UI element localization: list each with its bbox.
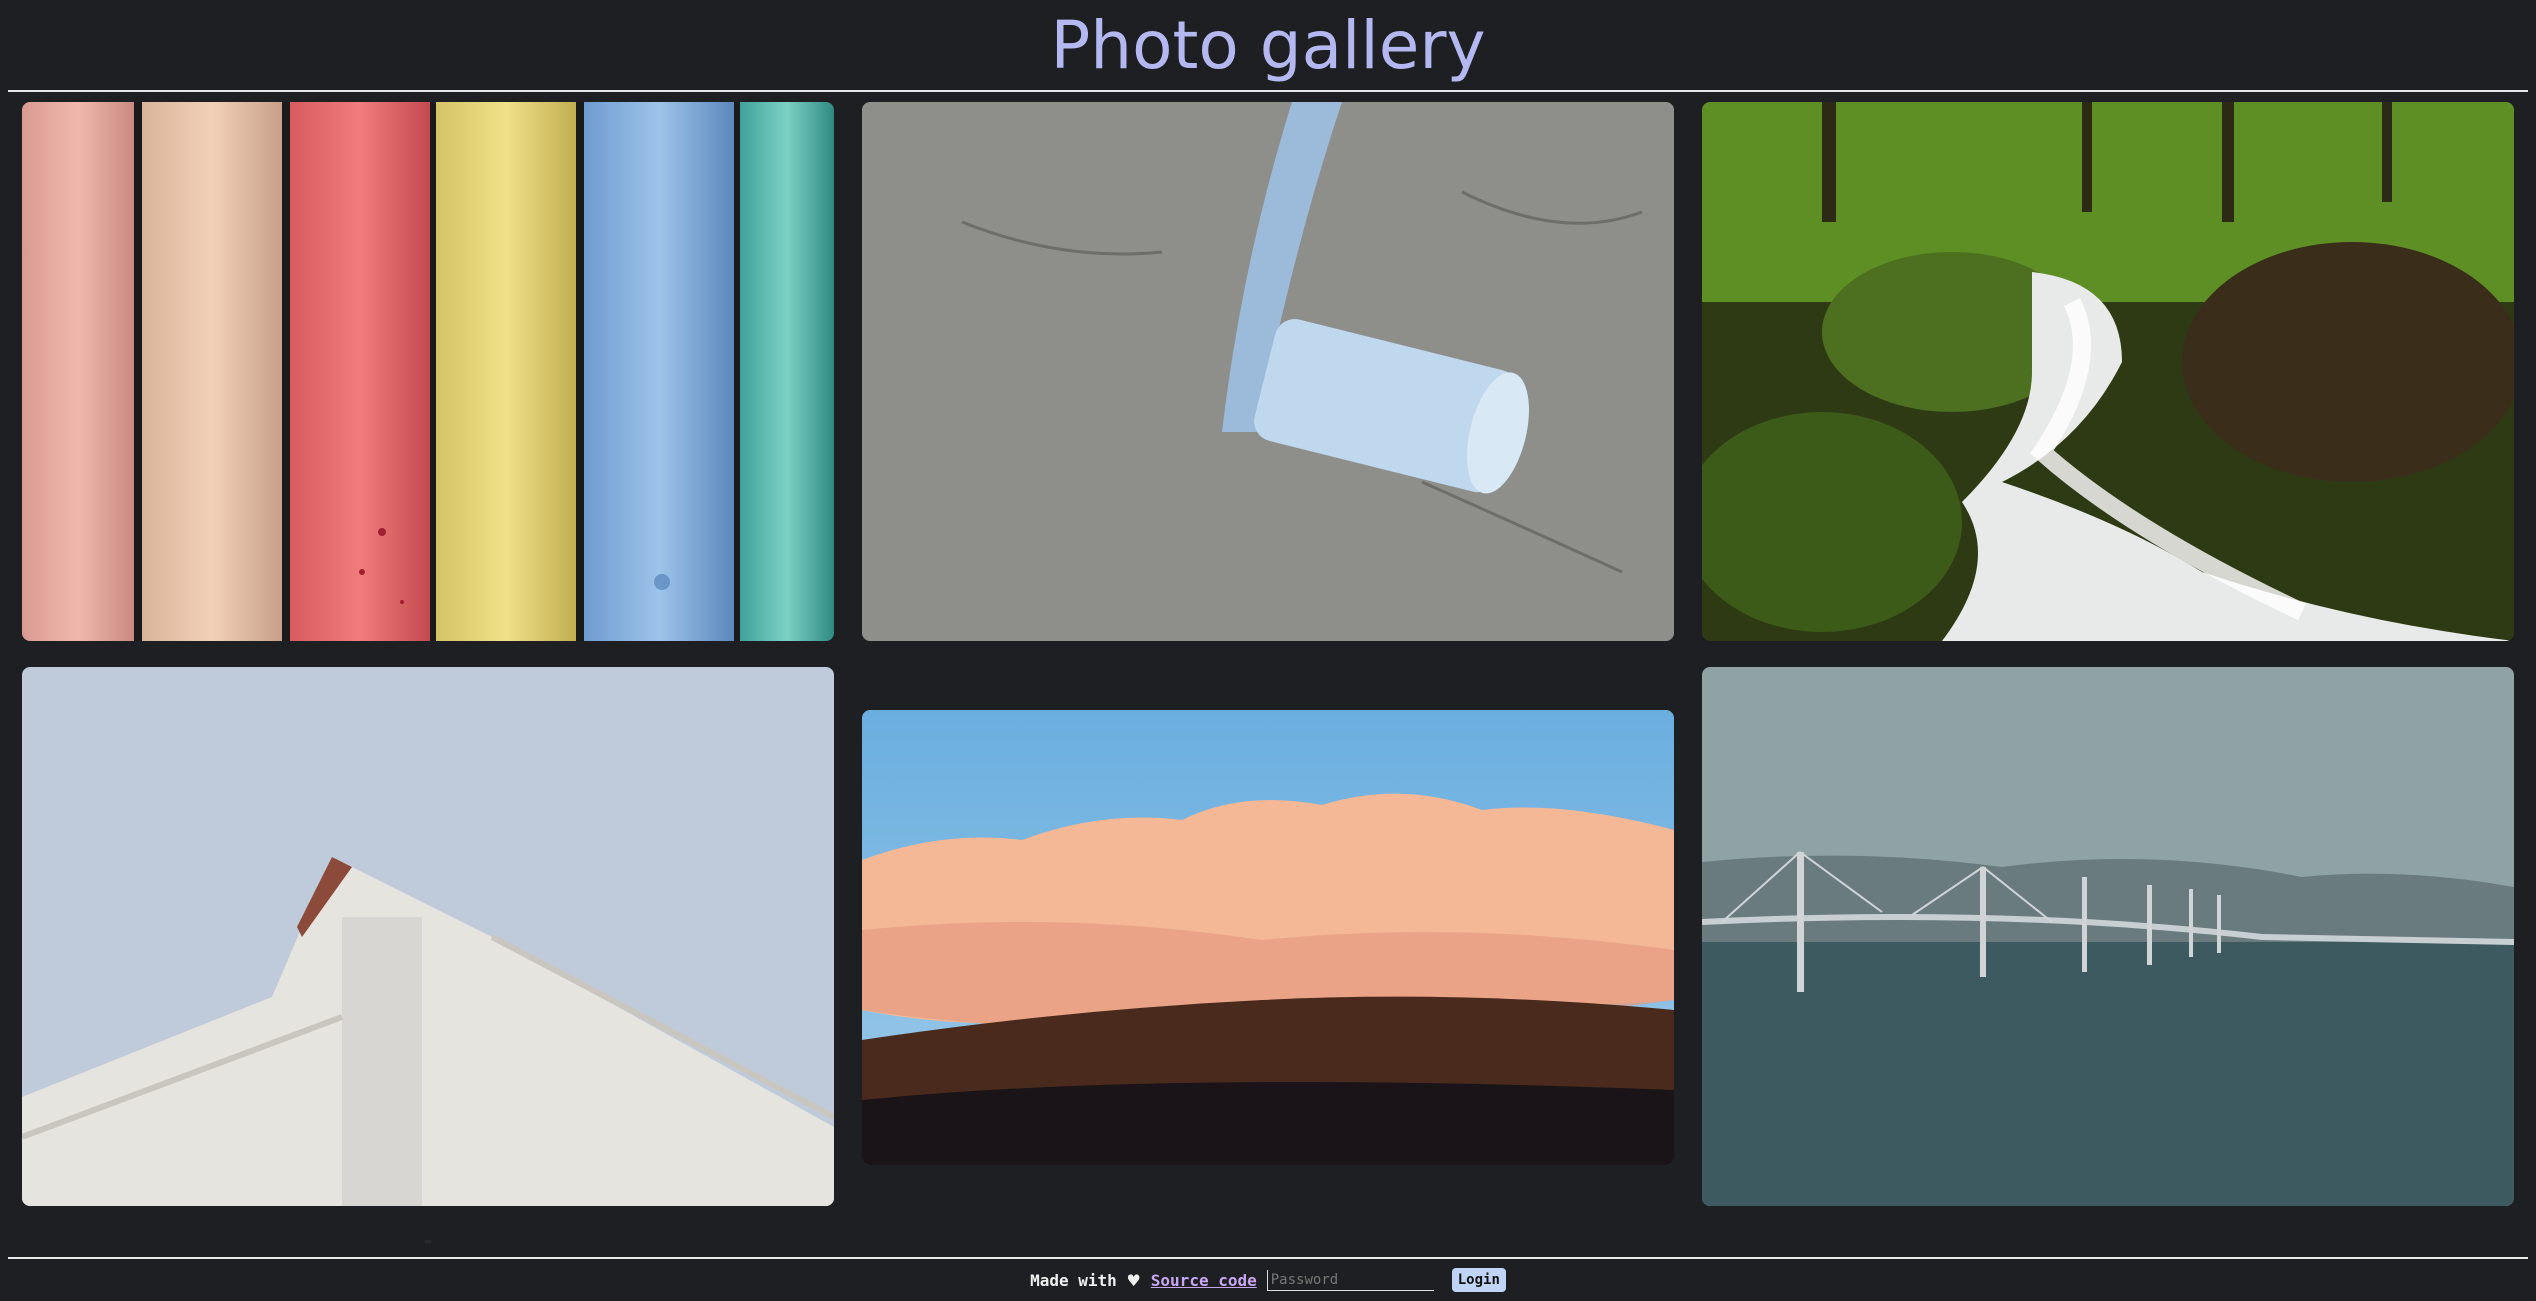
photo-forest-stream[interactable] — [1702, 102, 2514, 641]
header-divider — [8, 90, 2528, 92]
source-code-link[interactable]: Source code — [1151, 1271, 1257, 1290]
page-title: Photo gallery — [1050, 7, 1486, 84]
footer-divider — [8, 1257, 2528, 1259]
password-input[interactable] — [1266, 1269, 1434, 1291]
photo-chalk-sticks[interactable] — [22, 102, 834, 641]
made-with-text: Made with ♥ — [1030, 1271, 1141, 1290]
photo-blue-chalk[interactable] — [862, 102, 1674, 641]
photo-pink-clouds[interactable] — [862, 710, 1674, 1165]
photo-bridge[interactable] — [1702, 667, 2514, 1206]
made-with-label: Made with — [1030, 1270, 1117, 1290]
footer: Made with ♥ Source code Login — [0, 1266, 2536, 1294]
photo-white-building[interactable] — [22, 667, 834, 1206]
heart-icon: ♥ — [1126, 1270, 1141, 1290]
login-button[interactable]: Login — [1451, 1268, 1506, 1292]
decorative-mark — [425, 1240, 431, 1243]
